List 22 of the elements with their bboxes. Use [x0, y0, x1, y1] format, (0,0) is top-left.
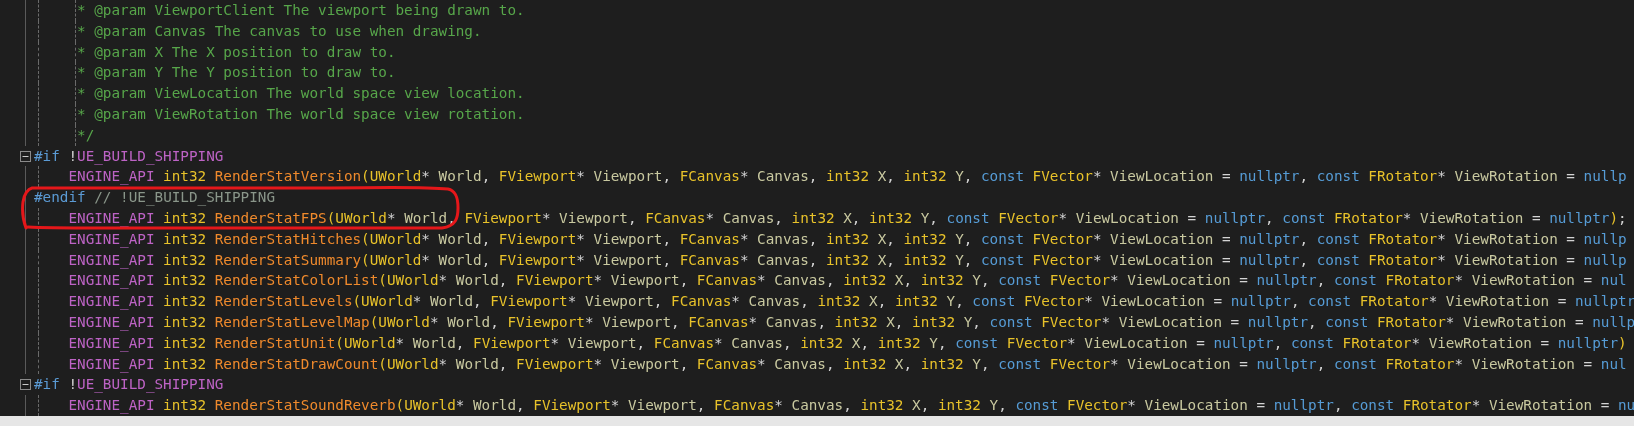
code-line: ENGINE_API int32 RenderStatUnit(UWorld* World, FViewport* Viewport, FCanvas* Canvas, int32 X, int32 Y, const FVector* ViewLocation = nullptr, const FRotator* ViewRotation = nullptr): [68, 333, 1627, 354]
code-line: ENGINE_API int32 RenderStatLevelMap(UWorld* World, FViewport* Viewport, FCanvas* Canvas, int32 X, int32 Y, const FVector* ViewLocation = nullptr, const FRotator* ViewRotation = nullp: [68, 312, 1634, 333]
code-line: * @param Canvas The canvas to use when drawing.: [77, 21, 482, 41]
code-line: #endif // !UE_BUILD_SHIPPING: [34, 188, 276, 208]
code-line: ENGINE_API int32 RenderStatColorList(UWorld* World, FViewport* Viewport, FCanvas* Canvas, int32 X, int32 Y, const FVector* ViewLocation = nullptr, const FRotator* ViewRotation = nul: [68, 271, 1627, 291]
code-line: * @param ViewRotation The world space view rotation.: [77, 105, 525, 124]
code-line: * @param ViewLocation The world space view location.: [77, 84, 525, 104]
collapse-icon[interactable]: [20, 150, 31, 162]
code-line: ENGINE_API int32 RenderStatSummary(UWorld* World, FViewport* Viewport, FCanvas* Canvas, int32 X, int32 Y, const FVector* ViewLocation = nullptr, const FRotator* ViewRotation = nullp: [68, 250, 1627, 271]
code-line: * @param X The X position to draw to.: [77, 42, 396, 62]
code-line: ENGINE_API int32 RenderStatVersion(UWorld* World, FViewport* Viewport, FCanvas* Canvas, int32 X, int32 Y, const FVector* ViewLocation = nullptr, const FRotator* ViewRotation = nullp: [68, 167, 1627, 187]
code-line: #if !UE_BUILD_SHIPPING: [34, 146, 224, 167]
code-line: ENGINE_API int32 RenderStatDrawCount(UWorld* World, FViewport* Viewport, FCanvas* Canvas, int32 X, int32 Y, const FVector* ViewLocation = nullptr, const FRotator* ViewRotation = nul: [68, 354, 1627, 375]
code-line: #if !UE_BUILD_SHIPPING: [34, 375, 224, 395]
horizontal-scrollbar[interactable]: [0, 416, 1634, 426]
code-line: ENGINE_API int32 RenderStatLevels(UWorld* World, FViewport* Viewport, FCanvas* Canvas, int32 X, int32 Y, const FVector* ViewLocation = nullptr, const FRotator* ViewRotation = nullptr: [68, 292, 1634, 312]
collapse-icon[interactable]: [20, 379, 31, 391]
code-line: */: [77, 125, 95, 145]
code-line: ENGINE_API int32 RenderStatHitches(UWorld* World, FViewport* Viewport, FCanvas* Canvas, int32 X, int32 Y, const FVector* ViewLocation = nullptr, const FRotator* ViewRotation = nullp: [68, 229, 1627, 250]
code-line: ENGINE_API int32 RenderStatSoundReverb(UWorld* World, FViewport* Viewport, FCanvas* Canvas, int32 X, int32 Y, const FVector* ViewLocation = nullptr, const FRotator* ViewRotation = nu: [68, 396, 1634, 416]
code-line: * @param ViewportClient The viewport being drawn to.: [77, 1, 525, 20]
code-line: * @param Y The Y position to draw to.: [77, 63, 396, 83]
